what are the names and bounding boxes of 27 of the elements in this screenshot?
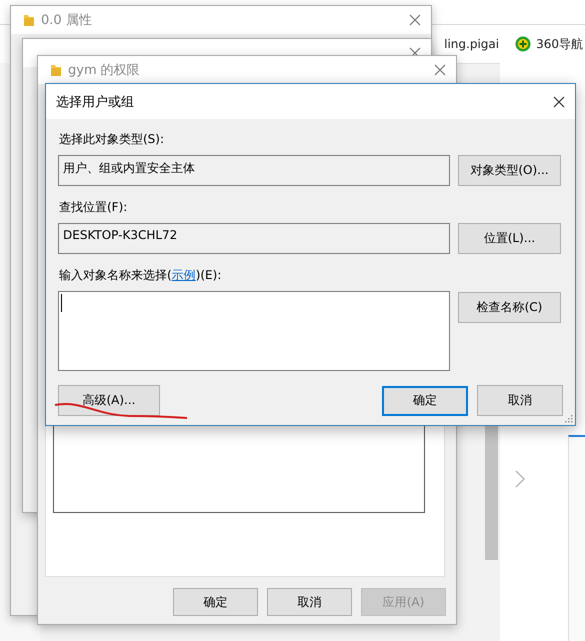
name-entry-label: 输入对象名称来选择(示例)(E):	[59, 267, 222, 284]
location-field: DESKTOP-K3CHL72	[58, 223, 450, 254]
advanced-button[interactable]: 高级(A)...	[58, 385, 160, 416]
examples-link[interactable]: 示例	[172, 268, 196, 282]
folder-icon	[50, 63, 62, 77]
window-title: gym 的权限	[68, 62, 141, 79]
object-type-label: 选择此对象类型(S):	[59, 131, 166, 148]
check-names-button[interactable]: 检查名称(C)	[458, 292, 561, 323]
bookmark-link[interactable]: ling.pigai	[444, 37, 500, 51]
location-button[interactable]: 位置(L)...	[458, 223, 561, 254]
dialog-button[interactable]: 取消	[267, 588, 352, 616]
object-names-field[interactable]	[58, 291, 450, 371]
chevron-right-icon	[514, 470, 526, 488]
scrollbar-thumb[interactable]	[485, 425, 498, 560]
location-label: 查找位置(F):	[59, 199, 128, 216]
window-title: 0.0 属性	[41, 12, 93, 29]
ok-button[interactable]: 确定	[382, 386, 468, 416]
folder-icon	[23, 13, 35, 27]
object-type-field: 用户、组或内置安全主体	[58, 155, 450, 186]
plus-circle-icon	[515, 36, 532, 52]
close-icon[interactable]	[553, 96, 565, 108]
dialog-title: 选择用户或组	[56, 94, 134, 110]
object-type-button[interactable]: 对象类型(O)...	[458, 155, 561, 186]
cancel-button[interactable]: 取消	[477, 385, 563, 416]
bookmark-link[interactable]: 360导航	[536, 36, 583, 52]
resize-grip-icon	[565, 415, 573, 423]
dialog-button[interactable]: 确定	[173, 588, 258, 616]
